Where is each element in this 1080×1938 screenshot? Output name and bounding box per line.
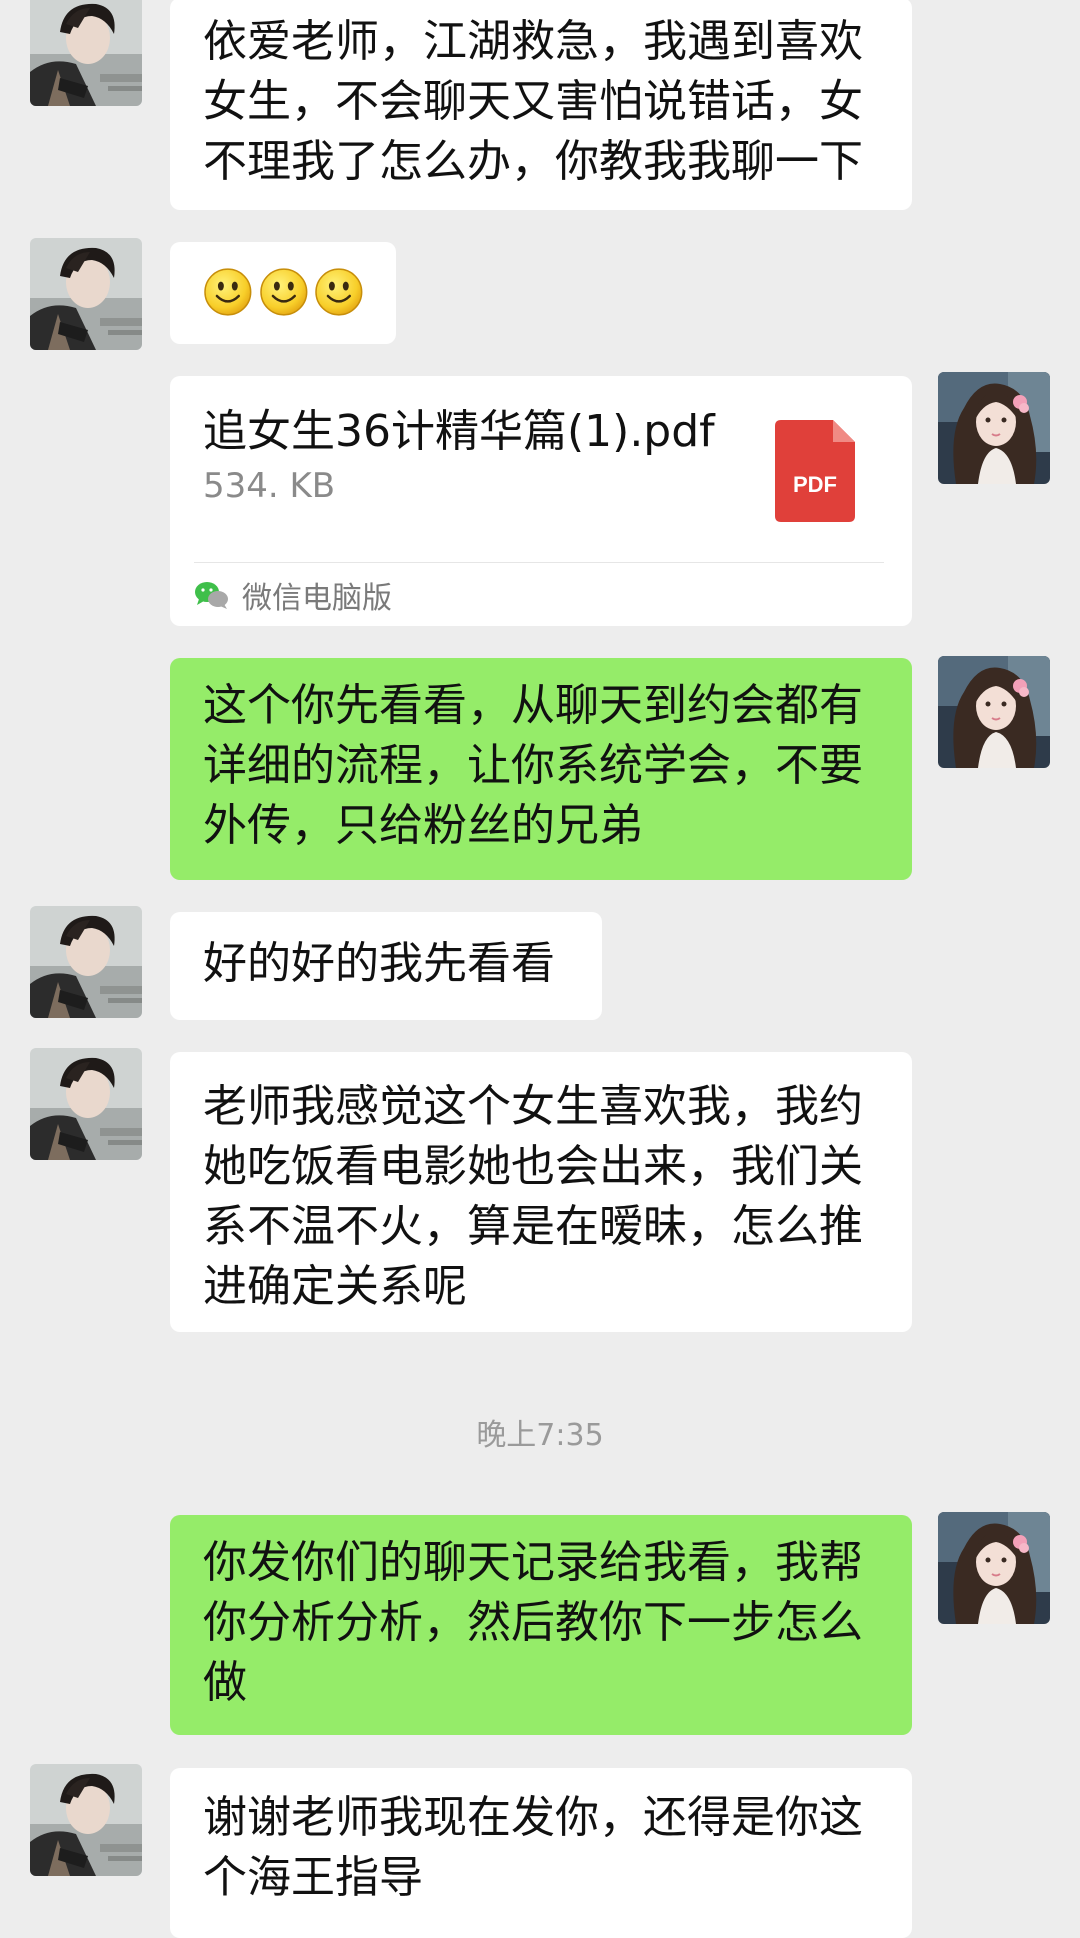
user-avatar[interactable] (30, 1764, 142, 1876)
message-line: 系不温不火，算是在暧昧，怎么推 (203, 1201, 863, 1252)
message-bubble[interactable]: 你发你们的聊天记录给我看，我帮 你分析分析，然后教你下一步怎么 做 (170, 1515, 912, 1735)
message-bubble[interactable]: 老师我感觉这个女生喜欢我，我约 她吃饭看电影她也会出来，我们关 系不温不火，算是… (170, 1052, 912, 1332)
smiley-face-emoji (259, 267, 309, 317)
message-line: 女生，不会聊天又害怕说错话，女 (203, 76, 863, 127)
message-line: 外传，只给粉丝的兄弟 (203, 800, 643, 851)
message-line: 好的好的我先看看 (203, 938, 555, 989)
message-line: 谢谢老师我现在发你，还得是你这 (203, 1792, 863, 1843)
message-line: 她吃饭看电影她也会出来，我们关 (203, 1141, 863, 1192)
message-line: 做 (203, 1657, 247, 1708)
file-message-card[interactable]: 追女生36计精华篇(1).pdf 534. KB PDF 微信电脑版 (170, 376, 912, 626)
chat-area: 依爱老师，江湖救急，我遇到喜欢 女生，不会聊天又害怕说错话，女 不理我了怎么办，… (0, 0, 1080, 1938)
user-avatar[interactable] (30, 906, 142, 1018)
teacher-avatar[interactable] (938, 656, 1050, 768)
message-line: 老师我感觉这个女生喜欢我，我约 (203, 1081, 863, 1132)
emoji-row (203, 262, 364, 322)
teacher-avatar[interactable] (938, 372, 1050, 484)
divider (194, 562, 884, 563)
pdf-icon-label: PDF (793, 472, 837, 497)
message-line: 你分析分析，然后教你下一步怎么 (203, 1597, 863, 1648)
message-bubble[interactable]: 好的好的我先看看 (170, 912, 602, 1020)
message-bubble[interactable]: 谢谢老师我现在发你，还得是你这 个海王指导 (170, 1768, 912, 1938)
message-line: 个海王指导 (203, 1852, 423, 1903)
message-line: 这个你先看看，从聊天到约会都有 (203, 680, 863, 731)
chat-timestamp: 晚上7:35 (476, 1418, 604, 1453)
teacher-avatar[interactable] (938, 1512, 1050, 1624)
wechat-icon (194, 580, 230, 610)
pdf-file-icon: PDF (775, 420, 855, 522)
user-avatar[interactable] (30, 1048, 142, 1160)
message-line: 详细的流程，让你系统学会，不要 (203, 740, 863, 791)
message-bubble[interactable]: 依爱老师，江湖救急，我遇到喜欢 女生，不会聊天又害怕说错话，女 不理我了怎么办，… (170, 0, 912, 210)
user-avatar[interactable] (30, 238, 142, 350)
smiley-face-emoji (203, 267, 253, 317)
file-name: 追女生36计精华篇(1).pdf (203, 406, 715, 457)
file-source: 微信电脑版 (194, 573, 392, 617)
message-line: 你发你们的聊天记录给我看，我帮 (203, 1537, 863, 1588)
file-size: 534. KB (203, 466, 336, 506)
file-source-label: 微信电脑版 (242, 581, 392, 616)
message-bubble[interactable] (170, 242, 396, 344)
message-bubble[interactable]: 这个你先看看，从聊天到约会都有 详细的流程，让你系统学会，不要 外传，只给粉丝的… (170, 658, 912, 880)
message-line: 不理我了怎么办，你教我我聊一下 (203, 136, 863, 187)
message-line: 依爱老师，江湖救急，我遇到喜欢 (203, 16, 863, 67)
smiley-face-emoji (314, 267, 364, 317)
message-line: 进确定关系呢 (203, 1261, 467, 1312)
user-avatar[interactable] (30, 0, 142, 106)
